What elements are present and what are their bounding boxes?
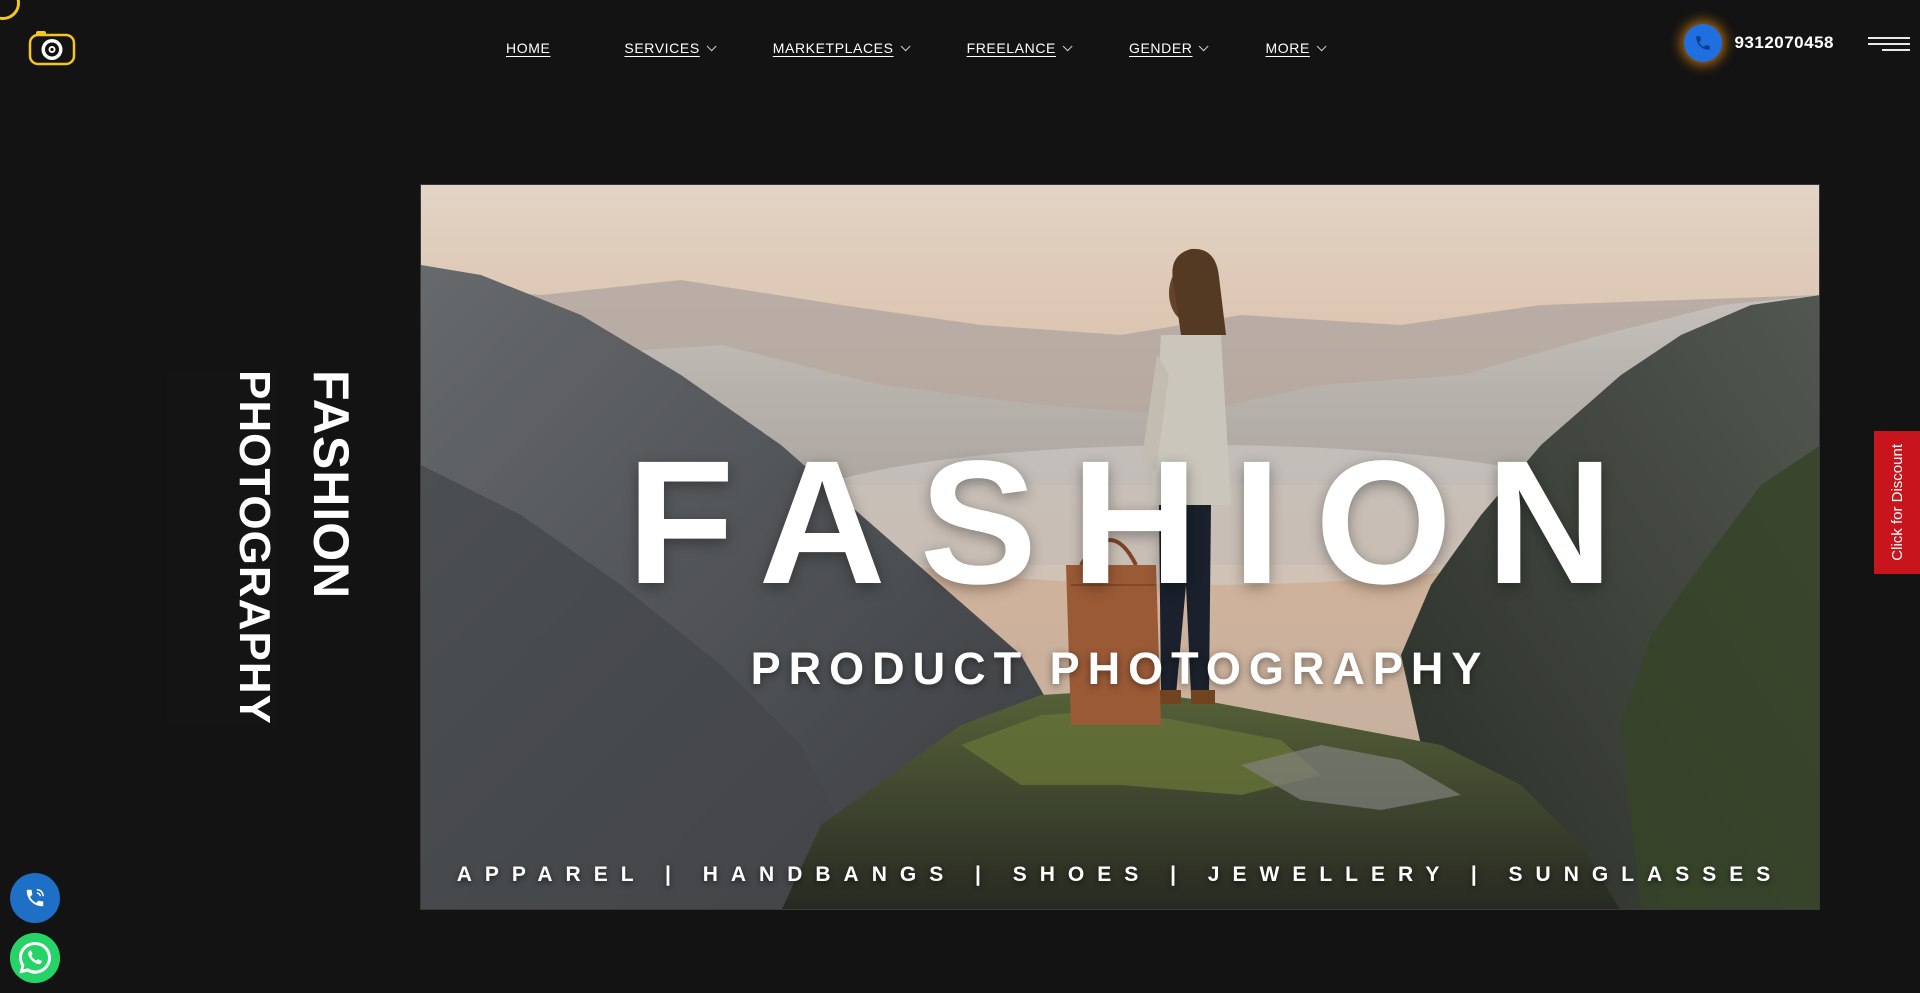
phone-number[interactable]: 9312070458 [1734, 33, 1834, 53]
side-text-fashion: FASHION [303, 370, 359, 600]
main-nav: HOME SERVICES MARKETPLACES FREELANCE GEN… [506, 38, 1327, 58]
floating-call-button[interactable] [10, 873, 60, 923]
menu-line [1868, 43, 1910, 45]
hero-categories: APPAREL | HANDBANGS | SHOES | JEWELLERY … [456, 863, 1784, 886]
discount-label: Click for Discount [1888, 444, 1906, 561]
nav-more-label: MORE [1265, 40, 1310, 56]
chevron-down-icon [1062, 40, 1073, 51]
hero-banner: FASHION PRODUCT PHOTOGRAPHY APPAREL | HA… [420, 184, 1820, 910]
nav-marketplaces[interactable]: MARKETPLACES [772, 40, 911, 56]
nav-gender[interactable]: GENDER [1128, 40, 1210, 56]
nav-services-label: SERVICES [624, 40, 700, 56]
nav-home[interactable]: HOME [506, 40, 550, 56]
nav-home-label: HOME [506, 40, 551, 56]
nav-services[interactable]: SERVICES [624, 40, 717, 56]
phone-call-icon [26, 889, 44, 907]
chevron-down-icon [1199, 40, 1210, 51]
menu-line [1882, 49, 1910, 51]
header-phone[interactable]: 9312070458 [1684, 24, 1834, 62]
chevron-down-icon [706, 40, 717, 51]
corner-accent [0, 0, 20, 20]
hero-subtitle: PRODUCT PHOTOGRAPHY [750, 643, 1490, 694]
menu-line [1868, 37, 1910, 39]
chevron-down-icon [1316, 40, 1327, 51]
nav-gender-label: GENDER [1128, 40, 1193, 56]
camera-logo-icon[interactable] [28, 30, 76, 66]
whatsapp-icon [10, 933, 60, 983]
nav-freelance-label: FREELANCE [966, 40, 1056, 56]
floating-whatsapp-button[interactable] [10, 933, 60, 983]
discount-tab[interactable]: Click for Discount [1874, 431, 1920, 574]
chevron-down-icon [900, 40, 911, 51]
side-text-photography: PHOTOGRAPHY [166, 370, 279, 726]
nav-more[interactable]: MORE [1265, 40, 1327, 56]
hero-title: FASHION [626, 425, 1648, 621]
phone-icon[interactable] [1684, 24, 1723, 62]
hamburger-menu-icon[interactable] [1868, 37, 1910, 57]
nav-marketplaces-label: MARKETPLACES [772, 40, 894, 56]
nav-freelance[interactable]: FREELANCE [966, 40, 1073, 56]
